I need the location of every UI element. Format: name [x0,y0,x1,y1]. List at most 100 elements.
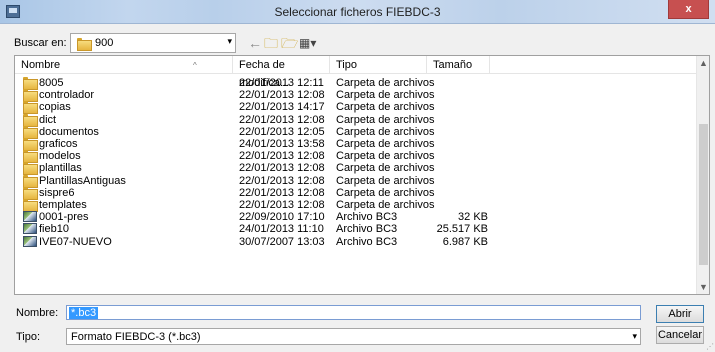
file-date: 22/01/2013 12:11 [239,77,324,89]
filename-input[interactable]: *.bc3 [66,305,641,320]
file-name: documentos [39,125,99,138]
file-row[interactable]: 0001-pres 22/09/2010 17:10 Archivo BC3 32 K… [15,211,697,223]
filetype-dropdown[interactable]: Formato FIEBDC-3 (*.bc3) ▾ [66,328,641,345]
column-type-label: Tipo [336,59,357,71]
file-row[interactable]: dict 22/01/2013 12:08 Carpeta de archivos [15,113,697,127]
file-row[interactable]: fieb10 24/01/2013 11:10 Archivo BC3 25.517 … [15,223,697,235]
file-size: 32 KB [458,211,488,224]
column-name-label: Nombre [21,59,61,71]
title-bar: Seleccionar ficheros FIEBDC-3 x [0,0,715,24]
column-date[interactable]: Fecha de modifica... [233,56,330,89]
file-date: 22/01/2013 14:17 [239,101,325,114]
file-name: fieb10 [39,223,69,236]
file-date: 22/01/2013 12:08 [239,174,325,187]
file-name: controlador [39,89,95,102]
file-name: sispre6 [39,186,75,199]
file-row[interactable]: PlantillasAntiguas 22/01/2013 12:08 Carpet… [15,174,697,188]
file-row[interactable]: IVE07-NUEVO 30/07/2007 13:03 Archivo BC3 6.… [15,235,697,248]
filetype-value: Formato FIEBDC-3 (*.bc3) [71,331,201,343]
column-size[interactable]: Tamaño [427,56,490,74]
file-row[interactable]: sispre6 22/01/2013 12:08 Carpeta de archiv… [15,186,697,200]
file-name: 0001-pres [39,211,89,224]
file-row[interactable]: documentos 22/01/2013 12:05 Carpeta de arc… [15,125,697,139]
file-row[interactable]: graficos 24/01/2013 13:58 Carpeta de archi… [15,138,697,151]
file-date: 22/01/2013 12:08 [239,162,325,175]
file-name: modelos [39,150,81,163]
file-size: 25.517 KB [436,223,488,236]
file-date: 22/01/2013 12:08 [239,150,325,163]
file-type: Carpeta de archivos [336,199,435,211]
folder-icon [23,199,38,212]
column-type[interactable]: Tipo [330,56,427,74]
file-date: 24/01/2013 11:10 [239,223,324,236]
lookin-label: Buscar en: [14,37,67,49]
lookin-value: 900 [95,37,114,49]
vertical-scrollbar[interactable]: ▲ ▼ [696,56,709,294]
file-type: Archivo BC3 [336,223,398,236]
list-header: Nombre ^ Fecha de modifica... Tipo Tamañ… [15,56,697,89]
file-type: Carpeta de archivos [336,113,435,126]
file-row[interactable]: templates 22/01/2013 12:08 Carpeta de arch… [15,199,697,212]
file-type: Carpeta de archivos [336,89,435,102]
file-row[interactable]: controlador 22/01/2013 12:08 Carpeta de ar… [15,89,697,103]
sort-ascending-icon: ^ [193,61,197,70]
file-name: dict [39,113,57,126]
file-name: copias [39,101,71,114]
file-row[interactable]: modelos 22/01/2013 12:08 Carpeta de archiv… [15,150,697,164]
close-button[interactable]: x [668,0,709,19]
column-size-label: Tamaño [433,59,473,71]
folder-icon [23,186,38,200]
file-type: Archivo BC3 [336,211,398,224]
file-type: Carpeta de archivos [336,101,435,114]
folder-icon [23,174,38,188]
chevron-down-icon[interactable]: ▾ [227,36,232,47]
chevron-down-icon[interactable]: ▾ [632,331,637,342]
file-row[interactable]: copias 22/01/2013 14:17 Carpeta de archivo… [15,101,697,115]
file-name: plantillas [39,162,82,175]
filename-label: Nombre: [16,307,59,319]
file-size: 6.987 KB [442,235,488,248]
file-name: PlantillasAntiguas [39,174,126,187]
scrollbar-thumb[interactable] [699,124,708,265]
open-button[interactable]: Abrir [656,305,704,323]
view-menu-icon[interactable]: ▦▾ [299,34,316,52]
file-date: 22/09/2010 17:10 [239,211,325,224]
file-name: 8005 [39,77,64,89]
folder-icon [23,138,38,151]
column-name[interactable]: Nombre ^ [15,56,233,74]
bc3-file-icon [23,223,37,235]
bc3-file-icon [23,211,37,223]
file-list[interactable]: Nombre ^ Fecha de modifica... Tipo Tamañ… [14,55,710,295]
file-date: 22/01/2013 12:08 [239,89,325,102]
folder-icon [23,89,38,103]
file-date: 30/07/2007 13:03 [239,235,325,248]
file-row[interactable]: 8005 22/01/2013 12:11 Carpeta de archivos [15,77,697,90]
scroll-up-icon[interactable]: ▲ [697,58,709,68]
file-type: Carpeta de archivos [336,186,435,199]
file-date: 22/01/2013 12:08 [239,186,325,199]
scroll-down-icon[interactable]: ▼ [697,282,709,292]
up-folder-icon[interactable]: 🗀 [264,34,278,52]
filename-value: *.bc3 [69,307,99,319]
folder-icon [23,113,38,127]
file-name: graficos [39,138,78,150]
file-name: templates [39,199,87,211]
file-row[interactable]: plantillas 22/01/2013 12:08 Carpeta de arc… [15,162,697,176]
new-folder-icon[interactable]: 🗁 [281,34,298,52]
cancel-button[interactable]: Cancelar [656,326,704,344]
file-date: 22/01/2013 12:08 [239,113,325,126]
file-date: 22/01/2013 12:05 [239,125,325,138]
file-type: Carpeta de archivos [336,162,435,175]
file-type: Archivo BC3 [336,235,398,248]
file-type: Carpeta de archivos [336,174,435,187]
file-type: Carpeta de archivos [336,125,435,138]
file-date: 22/01/2013 12:08 [239,199,325,211]
back-icon[interactable]: ← [248,34,262,52]
folder-icon [23,125,38,139]
folder-icon [23,77,38,90]
file-type: Carpeta de archivos [336,150,435,163]
folder-icon [23,101,38,115]
file-date: 24/01/2013 13:58 [239,138,325,150]
resize-grip-icon[interactable]: ⋰ [706,342,714,351]
lookin-dropdown[interactable]: 900 ▾ [70,33,236,53]
